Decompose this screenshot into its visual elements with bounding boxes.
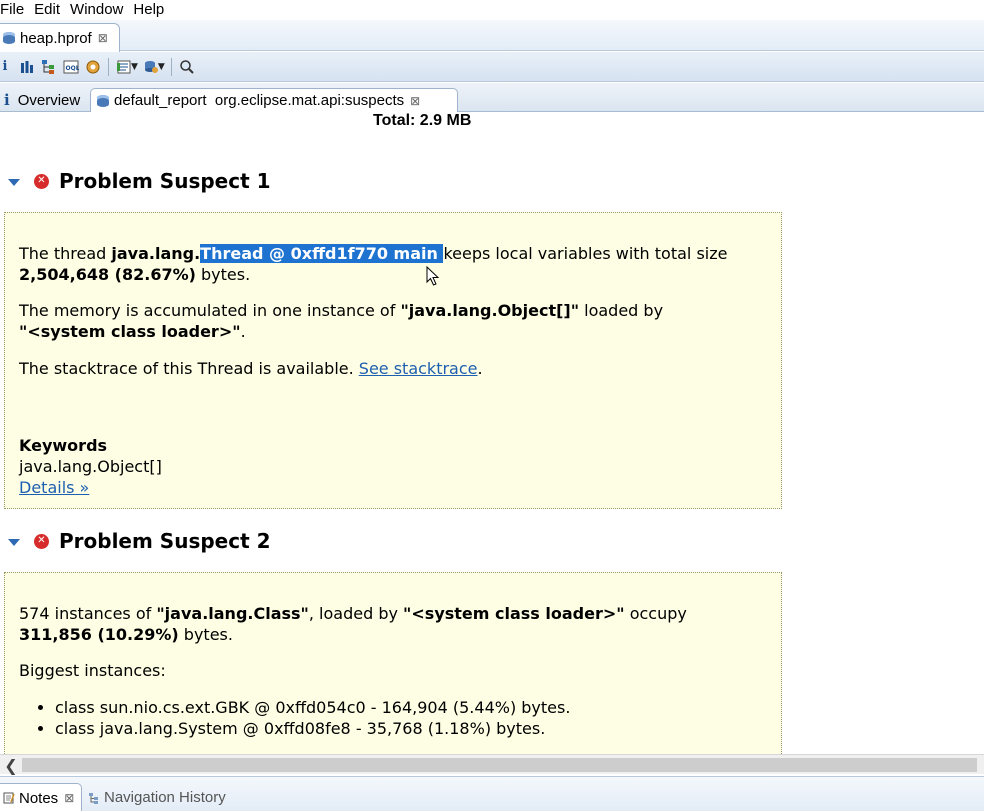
- menu-help[interactable]: Help: [131, 1, 174, 18]
- svg-text:OQL: OQL: [66, 65, 80, 72]
- text: The stacktrace of this Thread is availab…: [19, 359, 359, 378]
- heap-dump-icon: [3, 31, 15, 45]
- collapse-icon[interactable]: [8, 538, 20, 546]
- total-size: Total: 2.9 MB: [373, 112, 472, 129]
- menu-window[interactable]: Window: [68, 1, 133, 18]
- text: .: [477, 359, 483, 378]
- class-name: "java.lang.Class": [156, 604, 309, 623]
- report-content: Total: 2.9 MB ✕ Problem Suspect 1 The th…: [0, 112, 984, 754]
- toolbar-separator: [170, 57, 172, 76]
- close-icon[interactable]: ⊠: [64, 791, 74, 805]
- tab-default-report[interactable]: default_report org.eclipse.mat.api:suspe…: [90, 88, 458, 112]
- tab-navigation-history[interactable]: Navigation History: [88, 789, 226, 806]
- scrollbar-thumb[interactable]: [22, 758, 977, 772]
- text: .: [240, 322, 246, 341]
- list-item: class sun.nio.cs.ext.GBK @ 0xffd054c0 - …: [55, 697, 570, 718]
- suspect-1-keywords: Keywords java.lang.Object[] Details »: [19, 435, 769, 498]
- suspect-1-title: Problem Suspect 1: [59, 169, 271, 193]
- class-loader: "<system class loader>": [403, 604, 625, 623]
- chevron-down-icon[interactable]: ▼: [158, 62, 165, 72]
- suspect-1-paragraph-3: The stacktrace of this Thread is availab…: [19, 358, 769, 379]
- suspect-2-title: Problem Suspect 2: [59, 529, 271, 553]
- menu-file[interactable]: File: [0, 1, 34, 18]
- info-icon: i: [4, 91, 10, 109]
- keywords-label: Keywords: [19, 436, 108, 455]
- error-icon: ✕: [34, 533, 49, 549]
- retained-size: 2,504,648 (82.67%): [19, 265, 196, 284]
- close-icon[interactable]: ⊠: [410, 94, 420, 108]
- details-link[interactable]: Details »: [19, 478, 89, 497]
- suspect-2-box: 574 instances of "java.lang.Class", load…: [4, 572, 782, 754]
- navigation-history-icon: [89, 792, 98, 804]
- horizontal-scrollbar[interactable]: ❮: [0, 754, 984, 775]
- info-icon[interactable]: i: [0, 56, 16, 78]
- biggest-instances-label: Biggest instances:: [19, 661, 166, 680]
- tab-notes[interactable]: Notes ⊠: [0, 783, 82, 811]
- class-loader: "<system class loader>": [19, 322, 241, 341]
- editor-tab-strip: heap.hprof ⊠: [0, 20, 984, 52]
- report-tab-strip: i Overview default_report org.eclipse.ma…: [0, 83, 984, 112]
- bottom-view-tabs: Notes ⊠ Navigation History: [0, 776, 984, 811]
- suspect-1-paragraph-2: The memory is accumulated in one instanc…: [19, 300, 769, 342]
- error-icon: ✕: [34, 173, 49, 189]
- text: , loaded by: [308, 604, 404, 623]
- menu-bar: File Edit Window Help: [0, 0, 984, 19]
- class-name: "java.lang.Object[]": [400, 301, 580, 320]
- report-icon: [97, 94, 109, 108]
- suspect-1-box: The thread java.lang.Thread @ 0xffd1f770…: [4, 212, 782, 509]
- text: The thread: [19, 244, 112, 263]
- tab-default-report-label: default_report org.eclipse.mat.api:suspe…: [114, 92, 405, 109]
- suspect-1-header[interactable]: ✕ Problem Suspect 1: [8, 169, 271, 193]
- thread-overview-icon[interactable]: [82, 56, 104, 78]
- editor-tab-label: heap.hprof: [20, 29, 92, 47]
- collapse-icon[interactable]: [8, 178, 20, 186]
- tab-navigation-history-label: Navigation History: [104, 789, 226, 806]
- menu-edit[interactable]: Edit: [32, 1, 70, 18]
- suspect-1-paragraph-1: The thread java.lang.Thread @ 0xffd1f770…: [19, 243, 769, 285]
- tab-overview[interactable]: i Overview: [0, 88, 90, 112]
- suspect-2-paragraph-1: 574 instances of "java.lang.Class", load…: [19, 603, 769, 645]
- retained-size: 311,856 (10.29%): [19, 625, 179, 644]
- chevron-down-icon[interactable]: ▼: [131, 62, 138, 72]
- text: The memory is accumulated in one instanc…: [19, 301, 401, 320]
- text: loaded by: [579, 301, 664, 320]
- editor-tab-heap-hprof[interactable]: heap.hprof ⊠: [0, 23, 120, 52]
- scroll-left-icon[interactable]: ❮: [3, 756, 19, 775]
- toolbar-separator: [108, 57, 109, 76]
- toolbar: i OQL ▼ ▼: [0, 52, 984, 82]
- thread-package: java.lang.: [111, 244, 201, 263]
- histogram-icon[interactable]: [16, 56, 38, 78]
- mouse-pointer-icon: [426, 266, 440, 286]
- search-icon[interactable]: [176, 56, 198, 78]
- text: keeps local variables with total size: [443, 244, 728, 263]
- notes-icon: [3, 792, 15, 804]
- text: 574 instances of: [19, 604, 157, 623]
- text: bytes.: [178, 625, 233, 644]
- suspect-2-header[interactable]: ✕ Problem Suspect 2: [8, 529, 271, 553]
- oql-icon[interactable]: OQL: [60, 56, 82, 78]
- biggest-instances-list: class sun.nio.cs.ext.GBK @ 0xffd054c0 - …: [55, 697, 570, 739]
- text: bytes.: [195, 265, 251, 284]
- text: occupy: [624, 604, 687, 623]
- list-item: class java.lang.System @ 0xffd08fe8 - 35…: [55, 718, 570, 739]
- tab-overview-label: Overview: [17, 91, 81, 109]
- close-icon[interactable]: ⊠: [98, 31, 108, 45]
- selected-thread-name[interactable]: Thread @ 0xffd1f770 main: [200, 244, 444, 263]
- keyword: java.lang.Object[]: [19, 457, 162, 476]
- see-stacktrace-link[interactable]: See stacktrace: [359, 359, 478, 378]
- dominator-tree-icon[interactable]: [38, 56, 60, 78]
- tab-notes-label: Notes: [19, 789, 59, 807]
